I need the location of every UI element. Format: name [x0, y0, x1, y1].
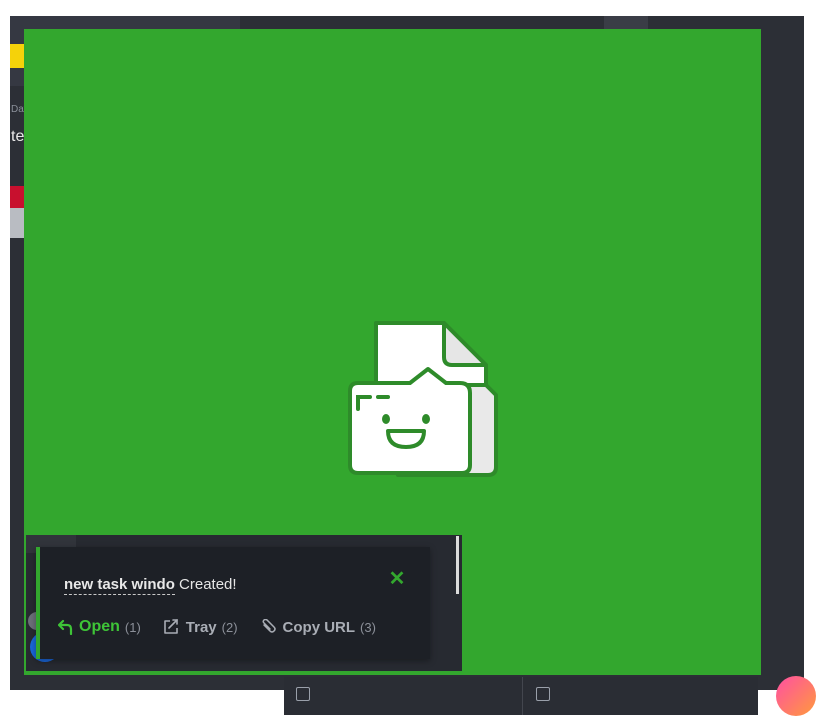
paperclip-icon [260, 619, 278, 635]
tray-button[interactable]: Tray (2) [163, 619, 238, 636]
tray-icon [163, 619, 181, 635]
toast-message: new task windo Created! [64, 576, 237, 595]
copy-url-label: Copy URL [282, 618, 356, 636]
toast-actions: Open (1) Tray (2) Copy URL (3) [58, 618, 376, 636]
background-checkbox [296, 687, 310, 701]
floating-orb [776, 676, 816, 716]
background-red-badge [10, 186, 24, 208]
background-divider [522, 677, 523, 715]
background-bottom-bar [284, 677, 758, 715]
toast-status-text: Created! [179, 576, 237, 593]
open-label: Open [79, 618, 120, 635]
tray-label: Tray [185, 618, 217, 636]
background-top-button [604, 16, 648, 30]
background-label-big: te [11, 128, 25, 145]
file-folder-smile-icon [336, 313, 508, 483]
copy-url-shortcut: (3) [360, 619, 376, 635]
tray-shortcut: (2) [221, 619, 238, 635]
copy-url-button[interactable]: Copy URL (3) [260, 619, 376, 636]
background-gray-chip [10, 208, 24, 238]
open-shortcut: (1) [124, 619, 141, 635]
open-button[interactable]: Open (1) [58, 618, 141, 636]
close-icon[interactable]: ✕ [387, 569, 407, 589]
task-name-link[interactable]: new task windo [64, 576, 175, 595]
task-created-toast: new task windo Created! ✕ Open (1) Tray … [36, 547, 430, 659]
backdrop-scrollbar[interactable] [456, 536, 459, 594]
reply-arrow-icon [58, 619, 74, 635]
background-checkbox [536, 687, 550, 701]
